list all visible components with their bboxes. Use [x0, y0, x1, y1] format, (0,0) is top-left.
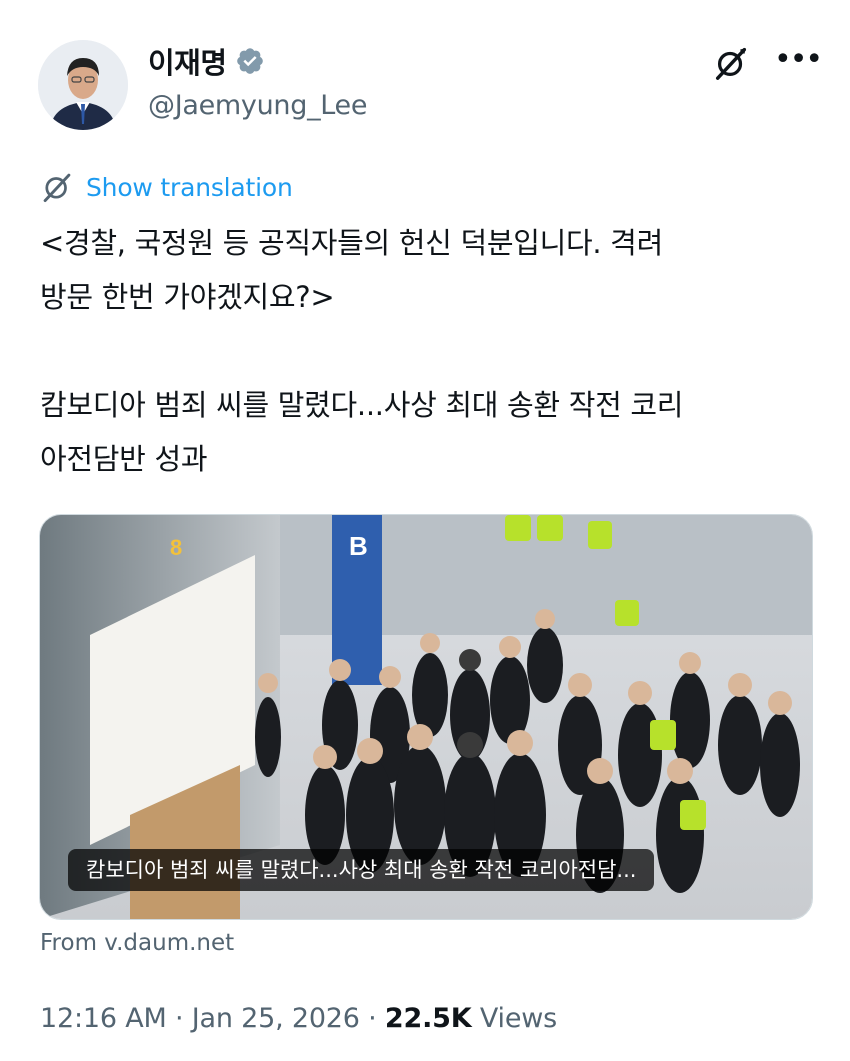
tweet-text-line: 방문 한번 가야겠지요?>	[40, 280, 335, 314]
grok-icon	[43, 173, 71, 203]
link-preview-card[interactable]: B 8 캄보디아 범죄 씨를 말렸다...사상 최대 송환 작전 코리아전담..…	[39, 514, 813, 920]
link-card-caption[interactable]: 캄보디아 범죄 씨를 말렸다...사상 최대 송환 작전 코리아전담...	[68, 849, 655, 891]
gate-sign-letter: B	[349, 531, 368, 561]
link-source[interactable]: From v.daum.net	[40, 930, 234, 956]
tweet-meta: 12:16 AM · Jan 25, 2026 · 22.5K Views	[40, 1003, 557, 1034]
meta-separator: ·	[359, 1003, 385, 1034]
show-translation-row[interactable]: Show translation	[40, 170, 293, 204]
more-icon[interactable]: •••	[774, 42, 823, 82]
views-label[interactable]: Views	[471, 1003, 557, 1034]
author-name[interactable]: 이재명	[148, 40, 227, 82]
tweet-text-line: 캄보디아 범죄 씨를 말렸다...사상 최대 송환 작전 코리	[40, 388, 684, 422]
author-handle[interactable]: @Jaemyung_Lee	[148, 90, 367, 121]
gate-sign-number: 8	[170, 535, 182, 560]
grok-icon[interactable]	[712, 44, 750, 82]
tweet-text-line: 아전담반 성과	[40, 442, 208, 476]
tweet-text-line: <경찰, 국정원 등 공직자들의 헌신 덕분입니다. 격려	[40, 226, 663, 260]
views-count[interactable]: 22.5K	[385, 1003, 472, 1034]
verified-badge-icon[interactable]	[235, 46, 265, 76]
meta-separator: ·	[166, 1003, 192, 1034]
tweet-date[interactable]: Jan 25, 2026	[192, 1003, 360, 1034]
tweet-time[interactable]: 12:16 AM	[40, 1003, 167, 1034]
profile-photo	[38, 40, 128, 130]
avatar[interactable]	[38, 40, 128, 130]
tweet-text: <경찰, 국정원 등 공직자들의 헌신 덕분입니다. 격려 방문 한번 가야겠지…	[40, 216, 820, 486]
show-translation-link[interactable]: Show translation	[86, 173, 293, 202]
author-name-row[interactable]: 이재명	[148, 40, 265, 82]
